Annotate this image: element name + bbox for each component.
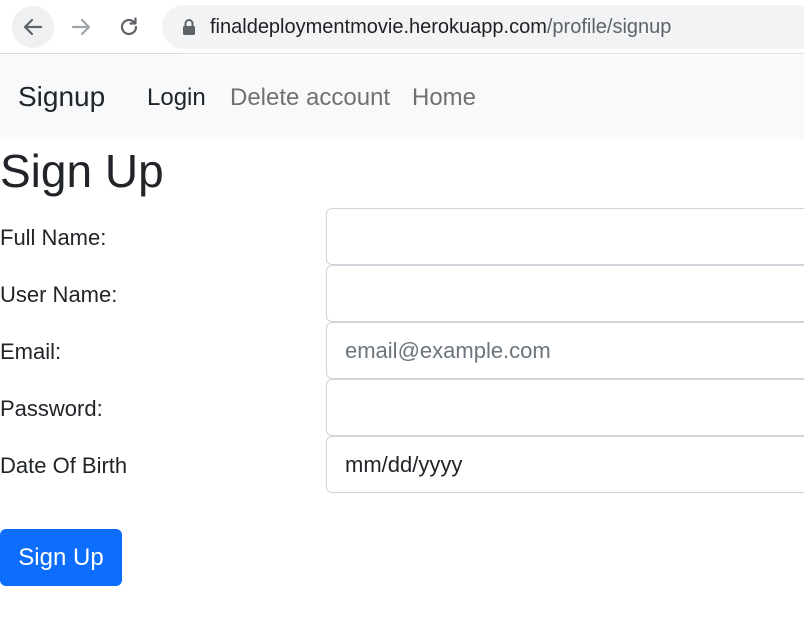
browser-toolbar: finaldeploymentmovie.herokuapp.com/profi… [0,0,804,54]
forward-button[interactable] [60,6,102,48]
reload-button[interactable] [108,6,150,48]
sign-up-button[interactable]: Sign Up [0,529,122,586]
full-name-input[interactable] [326,208,804,265]
password-input[interactable] [326,379,804,436]
arrow-right-icon [71,18,91,36]
form-row-date-of-birth: Date Of Birth mm/dd/yyyy [0,436,804,493]
navbar: Signup Login Delete account Home [0,55,804,139]
url-text: finaldeploymentmovie.herokuapp.com/profi… [210,16,671,39]
reload-icon [120,17,138,36]
nav-link-home[interactable]: Home [412,83,476,113]
email-label: Email: [0,339,62,364]
date-of-birth-value: mm/dd/yyyy [345,452,463,477]
nav-link-delete-account[interactable]: Delete account [230,83,390,113]
email-input[interactable] [326,322,804,379]
page-title: Sign Up [0,145,164,197]
user-name-label: User Name: [0,282,118,307]
url-host: finaldeploymentmovie.herokuapp.com [210,15,547,38]
date-of-birth-label: Date Of Birth [0,453,128,478]
back-button[interactable] [12,6,54,48]
lock-icon [182,18,196,36]
navbar-brand[interactable]: Signup [18,79,105,115]
address-bar[interactable]: finaldeploymentmovie.herokuapp.com/profi… [162,5,804,49]
password-label: Password: [0,396,103,421]
form-row-full-name: Full Name: [0,208,804,265]
user-name-input[interactable] [326,265,804,322]
form-row-email: Email: [0,322,804,379]
form-row-user-name: User Name: [0,265,804,322]
url-path: /profile/signup [546,15,672,38]
form-row-password: Password: [0,379,804,436]
nav-link-login[interactable]: Login [147,83,206,113]
arrow-left-icon [23,18,43,36]
full-name-label: Full Name: [0,225,107,250]
